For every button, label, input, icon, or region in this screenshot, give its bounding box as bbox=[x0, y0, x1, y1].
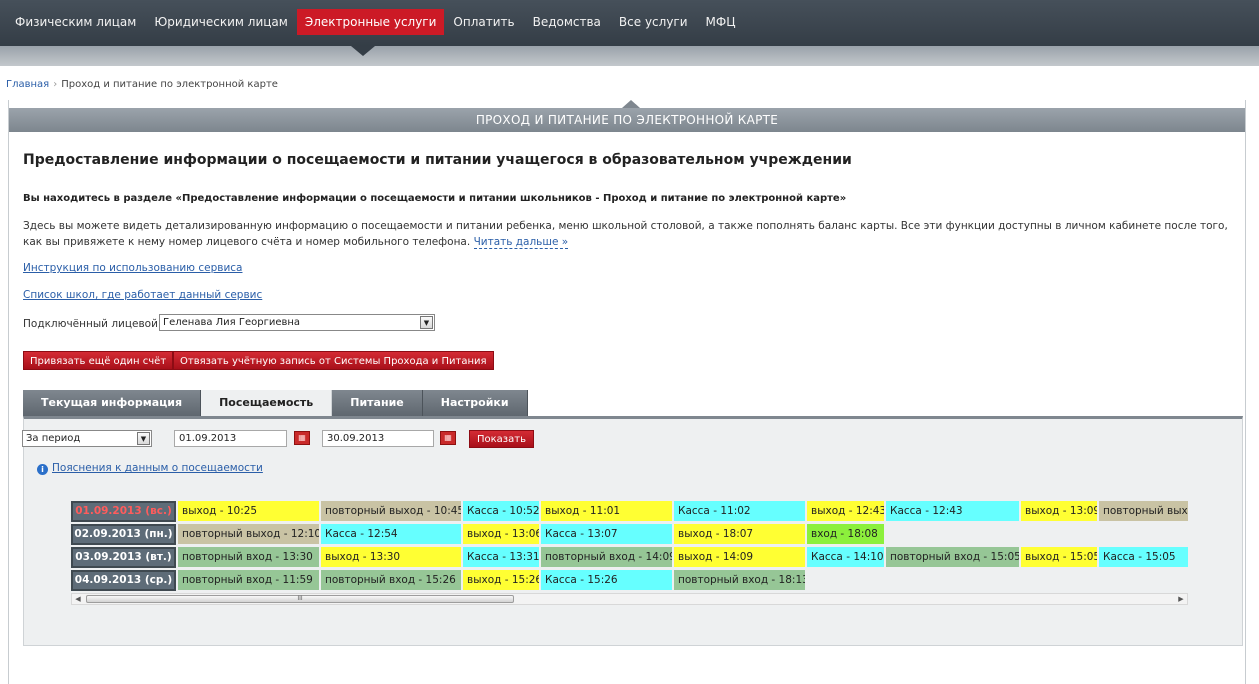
breadcrumb-home-link[interactable]: Главная bbox=[6, 79, 49, 90]
period-select[interactable]: За период ▼ bbox=[22, 430, 152, 447]
date-to-input[interactable]: 30.09.2013 bbox=[322, 430, 434, 447]
breadcrumb-separator: › bbox=[53, 79, 58, 90]
attendance-event: выход - 14:09 bbox=[674, 547, 805, 567]
attendance-date: 01.09.2013 (вс.) bbox=[71, 501, 176, 522]
nav-item[interactable]: Ведомства bbox=[524, 9, 610, 35]
nav-item[interactable]: Оплатить bbox=[444, 9, 523, 35]
date-from-input[interactable]: 01.09.2013 bbox=[174, 430, 287, 447]
attendance-event: выход - 18:07 bbox=[674, 524, 805, 544]
attendance-event: повторный вход - 11:59 bbox=[178, 570, 319, 590]
bind-account-button[interactable]: Привязать ещё один счёт bbox=[23, 351, 174, 370]
attendance-row: 01.09.2013 (вс.) выход - 10:25 повторный в… bbox=[71, 501, 1188, 522]
tab[interactable]: Посещаемость bbox=[201, 390, 333, 416]
attendance-row: 04.09.2013 (ср.) повторный вход - 11:59 по… bbox=[71, 570, 1188, 591]
attendance-info: i Пояснения к данным о посещаемости bbox=[37, 462, 263, 475]
attendance-date: 04.09.2013 (ср.) bbox=[71, 570, 176, 591]
unbind-account-button[interactable]: Отвязать учётную запись от Системы Прохо… bbox=[173, 351, 494, 370]
read-more-link[interactable]: Читать дальше » bbox=[473, 236, 569, 249]
attendance-event: повторный вход - 13:30 bbox=[178, 547, 319, 567]
tab[interactable]: Питание bbox=[332, 390, 423, 416]
attendance-event: повторный выход - 10:45 bbox=[321, 501, 461, 521]
tab-bar: Текущая информация Посещаемость Питание Нас… bbox=[23, 390, 528, 416]
attendance-event: повторный выхо bbox=[1099, 501, 1188, 521]
page-title: Предоставление информации о посещаемости… bbox=[23, 152, 852, 168]
attendance-event: выход - 13:30 bbox=[321, 547, 461, 567]
panel-header: ПРОХОД И ПИТАНИЕ ПО ЭЛЕКТРОННОЙ КАРТЕ bbox=[9, 108, 1245, 132]
description-text: Здесь вы можете видеть детализированную … bbox=[23, 220, 1228, 248]
attendance-event: Касса - 12:43 bbox=[886, 501, 1019, 521]
chevron-down-icon[interactable]: ▼ bbox=[137, 432, 150, 445]
account-select-value: Геленава Лия Георгиевна bbox=[163, 317, 301, 328]
nav-item[interactable]: Физическим лицам bbox=[6, 9, 145, 35]
calendar-icon[interactable]: ▦ bbox=[440, 431, 456, 445]
attendance-row: 02.09.2013 (пн.) повторный выход - 12:10 К… bbox=[71, 524, 1188, 545]
attendance-event: выход - 11:01 bbox=[541, 501, 672, 521]
breadcrumb: Главная › Проход и питание по электронной … bbox=[6, 79, 278, 90]
attendance-date: 02.09.2013 (пн.) bbox=[71, 524, 176, 545]
top-navigation: Физическим лицам Юридическим лицам Электро… bbox=[0, 0, 1259, 46]
attendance-date: 03.09.2013 (вт.) bbox=[71, 547, 176, 568]
attendance-event: Касса - 11:02 bbox=[674, 501, 805, 521]
attendance-event: Касса - 13:07 bbox=[541, 524, 672, 544]
attendance-event: повторный вход - 18:13 bbox=[674, 570, 805, 590]
service-description: Здесь вы можете видеть детализированную … bbox=[23, 218, 1238, 250]
attendance-row: 03.09.2013 (вт.) повторный вход - 13:30 вы… bbox=[71, 547, 1188, 568]
service-panel: ПРОХОД И ПИТАНИЕ ПО ЭЛЕКТРОННОЙ КАРТЕ Пр… bbox=[8, 100, 1246, 684]
scrollbar-thumb[interactable]: III bbox=[86, 595, 514, 603]
nav-subbar bbox=[0, 46, 1259, 66]
nav-item[interactable]: Электронные услуги bbox=[296, 9, 445, 35]
tab[interactable]: Текущая информация bbox=[23, 390, 202, 416]
attendance-info-link[interactable]: Пояснения к данным о посещаемости bbox=[52, 462, 263, 474]
nav-item[interactable]: Юридическим лицам bbox=[145, 9, 297, 35]
attendance-event: выход - 13:06 bbox=[463, 524, 539, 544]
attendance-event: Касса - 13:31 bbox=[463, 547, 539, 567]
attendance-event: повторный вход - 14:09 bbox=[541, 547, 672, 567]
account-select[interactable]: Геленава Лия Георгиевна ▼ bbox=[159, 314, 435, 331]
attendance-event: Касса - 15:05 bbox=[1099, 547, 1188, 567]
attendance-event: выход - 15:05 bbox=[1021, 547, 1097, 567]
panel-pointer bbox=[622, 100, 640, 108]
instructions-link[interactable]: Инструкция по использованию сервиса bbox=[23, 262, 242, 274]
chevron-down-icon[interactable]: ▼ bbox=[420, 316, 433, 329]
scroll-left-icon[interactable]: ◀ bbox=[72, 594, 84, 604]
horizontal-scrollbar[interactable]: ◀ III ▶ bbox=[71, 593, 1188, 605]
attendance-event: вход - 18:08 bbox=[807, 524, 884, 544]
attendance-event: выход - 10:25 bbox=[178, 501, 319, 521]
attendance-event: выход - 15:26 bbox=[463, 570, 539, 590]
attendance-event: Касса - 15:26 bbox=[541, 570, 672, 590]
attendance-event: выход - 13:09 bbox=[1021, 501, 1097, 521]
breadcrumb-current: Проход и питание по электронной карте bbox=[61, 79, 278, 90]
schools-list-link[interactable]: Список школ, где работает данный сервис bbox=[23, 289, 262, 301]
calendar-icon[interactable]: ▦ bbox=[294, 431, 310, 445]
nav-items: Физическим лицам Юридическим лицам Электро… bbox=[0, 0, 745, 46]
attendance-event: повторный выход - 12:10 bbox=[178, 524, 319, 544]
show-button[interactable]: Показать bbox=[469, 430, 534, 448]
attendance-event: Касса - 10:52 bbox=[463, 501, 539, 521]
nav-active-pointer bbox=[351, 46, 375, 56]
info-icon: i bbox=[37, 464, 48, 475]
period-select-value: За период bbox=[26, 433, 81, 444]
section-note: Вы находитесь в разделе «Предоставление … bbox=[23, 193, 847, 204]
tab[interactable]: Настройки bbox=[422, 390, 528, 416]
nav-item[interactable]: МФЦ bbox=[697, 9, 745, 35]
attendance-event: повторный вход - 15:26 bbox=[321, 570, 461, 590]
attendance-grid: 01.09.2013 (вс.) выход - 10:25 повторный в… bbox=[71, 501, 1188, 591]
attendance-event: выход - 12:43 bbox=[807, 501, 884, 521]
scroll-right-icon[interactable]: ▶ bbox=[1175, 594, 1187, 604]
nav-item[interactable]: Все услуги bbox=[610, 9, 697, 35]
attendance-event: Касса - 12:54 bbox=[321, 524, 461, 544]
attendance-event: Касса - 14:10 bbox=[807, 547, 884, 567]
attendance-event: повторный вход - 15:05 bbox=[886, 547, 1019, 567]
